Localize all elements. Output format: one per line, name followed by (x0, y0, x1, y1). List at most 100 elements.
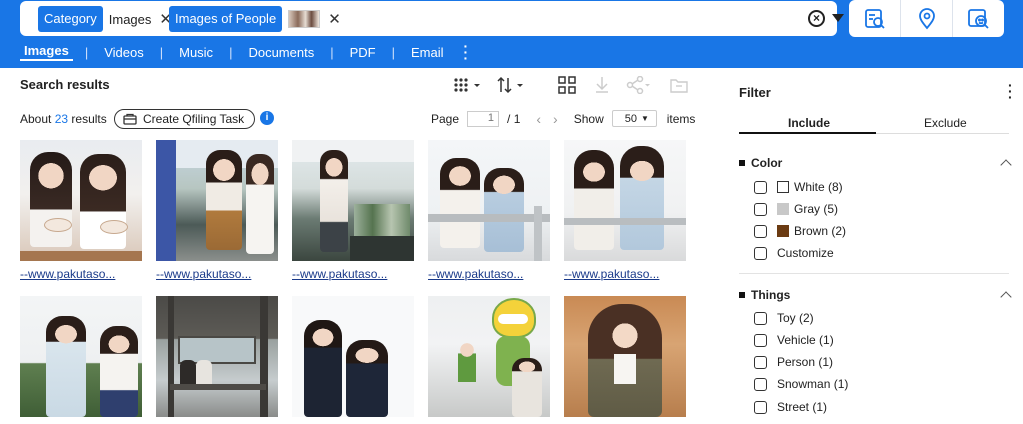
face-search-button[interactable] (953, 0, 1004, 37)
filter-option-toy[interactable]: Toy (2) (754, 311, 814, 325)
things-section-header[interactable]: Things (739, 288, 790, 302)
result-caption[interactable]: --www.pakutaso... (564, 267, 686, 281)
result-thumbnail[interactable] (292, 296, 414, 417)
pagination: Page 1 / 1 ‹ › Show 50 ▼ items (431, 110, 695, 127)
option-label: Gray (5) (794, 202, 839, 216)
result-item[interactable] (156, 296, 278, 423)
tab-email[interactable]: Email (407, 45, 448, 60)
chip-value: Images (108, 11, 152, 27)
filter-option-gray[interactable]: Gray (5) (754, 202, 838, 216)
checkbox[interactable] (754, 333, 767, 347)
filter-option-customize[interactable]: Customize (754, 246, 834, 260)
folder-icon (670, 79, 688, 93)
result-item[interactable]: --www.pakutaso... (564, 140, 686, 281)
more-tabs-icon[interactable]: · · · (448, 39, 469, 65)
result-thumbnail[interactable] (564, 140, 686, 261)
tab-include[interactable]: Include (788, 116, 830, 130)
result-caption[interactable]: --www.pakutaso... (292, 267, 414, 281)
grid-view-button[interactable] (454, 76, 482, 94)
chevron-up-icon[interactable] (1000, 291, 1012, 303)
search-chip-category[interactable]: Category Images ✕ (38, 6, 174, 32)
section-bullet (739, 160, 745, 166)
result-thumbnail[interactable] (20, 140, 142, 261)
download-button (594, 76, 610, 94)
page-label: Page (431, 111, 460, 126)
result-thumbnail[interactable] (156, 140, 278, 261)
tab-exclude[interactable]: Exclude (924, 116, 967, 130)
tab-separator: | (229, 44, 233, 60)
page-total: / 1 (507, 111, 521, 126)
result-item[interactable]: --www.pakutaso... (292, 140, 414, 281)
chip-key: Category (38, 6, 103, 32)
tab-music[interactable]: Music (175, 45, 217, 60)
tab-videos[interactable]: Videos (100, 45, 148, 60)
filter-option-brown[interactable]: Brown (2) (754, 224, 846, 238)
chip-thumbnail (288, 10, 321, 28)
result-caption[interactable]: --www.pakutaso... (20, 267, 142, 281)
option-label: Vehicle (1) (777, 333, 834, 347)
checkbox[interactable] (754, 377, 767, 391)
result-thumbnail[interactable] (428, 140, 550, 261)
next-page-icon[interactable]: › (553, 111, 558, 127)
tab-pdf[interactable]: PDF (346, 45, 380, 60)
filter-panel: Filter · · · Include Exclude Color White (… (722, 68, 1023, 424)
result-item[interactable] (428, 296, 550, 423)
grid-view-icon (454, 78, 480, 92)
result-caption[interactable]: --www.pakutaso... (428, 267, 550, 281)
result-caption[interactable]: --www.pakutaso... (156, 267, 278, 281)
items-per-page-select[interactable]: 50 ▼ (611, 110, 657, 127)
filter-option-street[interactable]: Street (1) (754, 400, 827, 414)
search-dropdown-icon[interactable] (832, 14, 844, 22)
result-thumbnail[interactable] (428, 296, 550, 417)
result-thumbnail[interactable] (564, 296, 686, 417)
page-number-input[interactable]: 1 (467, 110, 500, 127)
location-button[interactable] (901, 0, 953, 37)
result-thumbnail[interactable] (20, 296, 142, 417)
folder-button (670, 76, 688, 94)
select-mode-button[interactable] (558, 76, 576, 94)
result-item[interactable] (292, 296, 414, 423)
tab-documents[interactable]: Documents (244, 45, 318, 60)
prev-page-icon[interactable]: ‹ (536, 111, 541, 127)
chevron-up-icon[interactable] (1000, 159, 1012, 171)
create-task-label: Create Qfiling Task (143, 112, 245, 126)
result-item[interactable] (564, 296, 686, 423)
result-item[interactable]: --www.pakutaso... (428, 140, 550, 281)
filter-option-vehicle[interactable]: Vehicle (1) (754, 333, 834, 347)
checkbox[interactable] (754, 400, 767, 414)
checkbox[interactable] (754, 355, 767, 369)
image-search-icon (864, 8, 885, 29)
tab-images[interactable]: Images (20, 43, 73, 61)
result-item[interactable]: --www.pakutaso... (156, 140, 278, 281)
select-grid-icon (558, 76, 576, 94)
result-thumbnail[interactable] (156, 296, 278, 417)
color-section-header[interactable]: Color (739, 156, 782, 170)
checkbox[interactable] (754, 202, 767, 216)
filter-more-icon[interactable]: · · · (1008, 78, 1013, 104)
info-icon[interactable]: i (260, 111, 274, 125)
result-item[interactable] (20, 296, 142, 423)
create-qfiling-task-button[interactable]: Create Qfiling Task (114, 109, 256, 129)
chip-remove-icon[interactable]: ✕ (326, 10, 343, 28)
checkbox[interactable] (754, 224, 767, 238)
image-search-button[interactable] (849, 0, 901, 37)
search-bar[interactable]: Category Images ✕ Images of People ✕ × (20, 1, 844, 36)
tab-separator: | (330, 44, 334, 60)
color-swatch-white (777, 181, 789, 193)
sort-button[interactable] (496, 76, 526, 94)
search-chip-people[interactable]: Images of People ✕ (169, 6, 343, 32)
filter-option-white[interactable]: White (8) (754, 180, 843, 194)
checkbox[interactable] (754, 311, 767, 325)
color-section-title: Color (751, 156, 783, 170)
tab-separator: | (391, 44, 395, 60)
result-item[interactable]: --www.pakutaso... (20, 140, 142, 281)
filter-option-person[interactable]: Person (1) (754, 355, 833, 369)
result-thumbnail[interactable] (292, 140, 414, 261)
option-label: Person (1) (777, 355, 834, 369)
checkbox[interactable] (754, 246, 767, 260)
items-per-page-value: 50 (624, 112, 637, 125)
clear-search-icon[interactable]: × (808, 10, 825, 27)
filter-title: Filter (739, 85, 771, 100)
checkbox[interactable] (754, 180, 767, 194)
filter-option-snowman[interactable]: Snowman (1) (754, 377, 848, 391)
